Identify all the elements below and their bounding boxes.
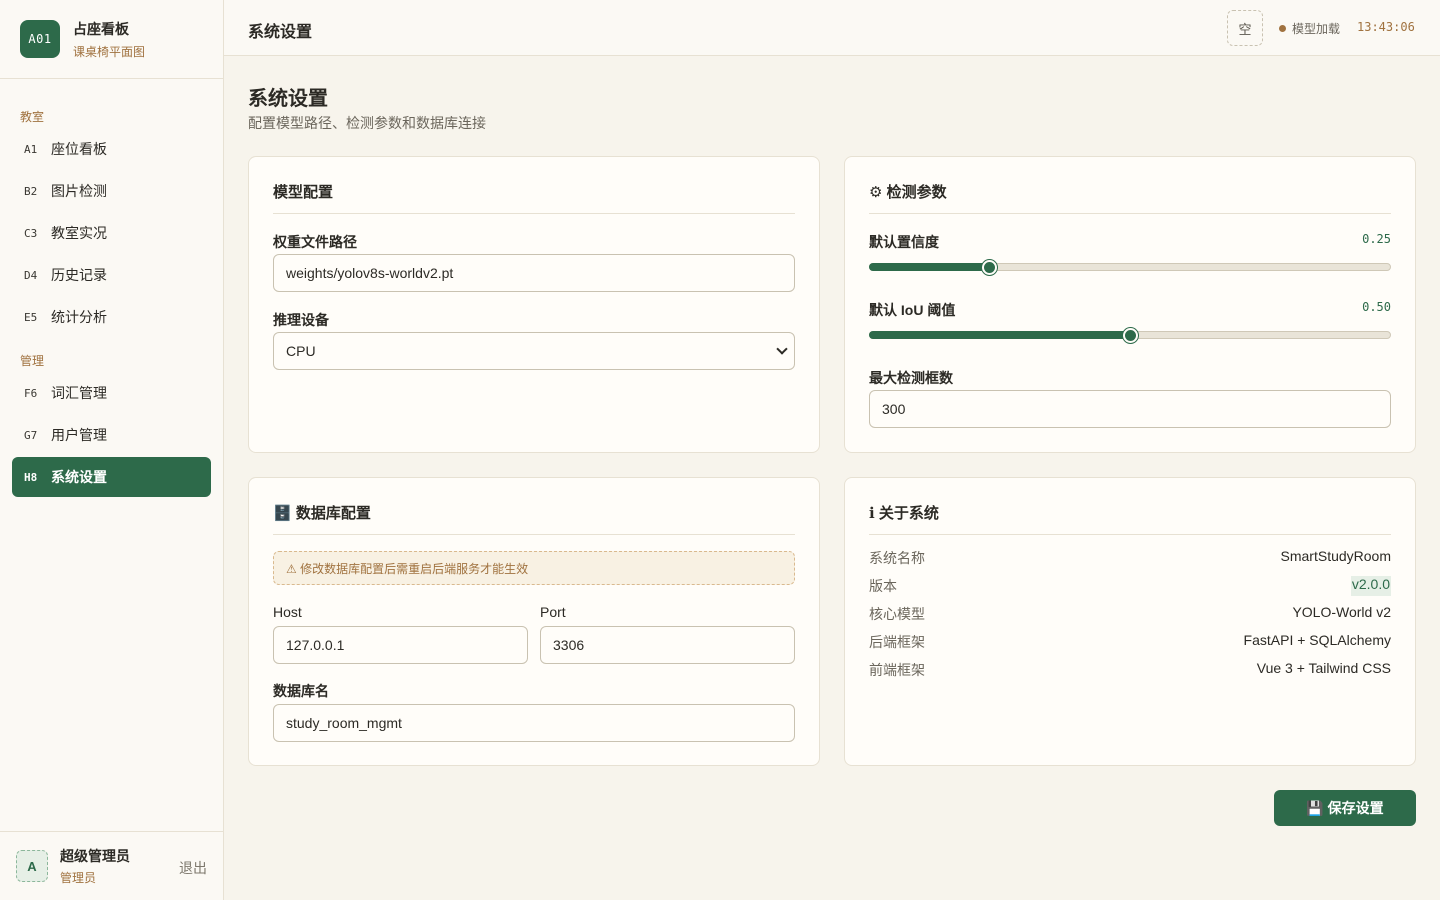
sidebar: A01 占座看板 课桌椅平面图 教室 A1 座位看板 B2 图片检测 C3 教室… xyxy=(0,0,224,900)
nav-code: C3 xyxy=(24,226,38,240)
model-status: 模型加载 xyxy=(1279,20,1340,37)
sidebar-item-label: 词汇管理 xyxy=(51,385,107,401)
user-role: 管理员 xyxy=(60,871,97,885)
about-value: YOLO-World v2 xyxy=(1292,604,1391,620)
slider-thumb[interactable] xyxy=(1123,328,1138,343)
sidebar-item-settings[interactable]: H8 系统设置 xyxy=(12,457,211,497)
about-row: 后端框架 FastAPI + SQLAlchemy xyxy=(869,632,1391,652)
sidebar-item-vocabulary[interactable]: F6 词汇管理 xyxy=(12,373,211,413)
status-dot-icon xyxy=(1279,25,1286,32)
sidebar-item-label: 统计分析 xyxy=(51,309,107,325)
top-bar: 系统设置 空 模型加载 13:43:06 xyxy=(224,0,1440,56)
iou-value: 0.50 xyxy=(1362,300,1391,314)
host-label: Host xyxy=(273,604,302,620)
nav-code: G7 xyxy=(24,428,38,442)
card-title: 模型配置 xyxy=(273,181,795,214)
detection-params-card: ⚙ 检测参数 默认置信度 0.25 默认 IoU 阈值 0.50 最大检测框数 xyxy=(844,156,1416,453)
about-key: 版本 xyxy=(869,578,897,594)
user-name: 超级管理员 xyxy=(60,848,130,864)
brand: A01 占座看板 课桌椅平面图 xyxy=(0,0,223,79)
nav-code: D4 xyxy=(24,268,38,282)
nav-code: E5 xyxy=(24,310,38,324)
db-restart-warning: ⚠ 修改数据库配置后需重启后端服务才能生效 xyxy=(273,551,795,585)
weights-path-input[interactable] xyxy=(273,254,795,292)
sidebar-item-label: 用户管理 xyxy=(51,427,107,443)
save-settings-button[interactable]: 💾 保存设置 xyxy=(1274,790,1416,826)
empty-toggle-button[interactable]: 空 xyxy=(1227,10,1263,46)
about-key: 前端框架 xyxy=(869,662,925,678)
version-badge: v2.0.0 xyxy=(1350,576,1391,596)
brand-subtitle: 课桌椅平面图 xyxy=(73,44,146,59)
nav-code: B2 xyxy=(24,184,38,198)
page-title: 系统设置 xyxy=(248,88,328,110)
about-value: SmartStudyRoom xyxy=(1280,548,1391,564)
avatar: A xyxy=(16,850,48,882)
sidebar-item-seat-board[interactable]: A1 座位看板 xyxy=(12,129,211,169)
db-name-label: 数据库名 xyxy=(273,683,329,699)
device-select-value: CPU xyxy=(286,343,316,359)
about-row: 版本 v2.0.0 xyxy=(869,576,1391,596)
host-input[interactable] xyxy=(273,626,528,664)
conf-label: 默认置信度 xyxy=(869,234,939,250)
about-row: 前端框架 Vue 3 + Tailwind CSS xyxy=(869,660,1391,680)
user-box: A 超级管理员 管理员 退出 xyxy=(0,831,223,900)
model-config-card: 模型配置 权重文件路径 推理设备 CPU xyxy=(248,156,820,453)
about-row: 系统名称 SmartStudyRoom xyxy=(869,548,1391,568)
db-name-input[interactable] xyxy=(273,704,795,742)
page-subtitle: 配置模型路径、检测参数和数据库连接 xyxy=(248,115,486,131)
slider-fill xyxy=(869,331,1130,339)
card-title: ℹ 关于系统 xyxy=(869,502,1391,535)
about-key: 系统名称 xyxy=(869,550,925,566)
device-select[interactable]: CPU xyxy=(273,332,795,370)
port-label: Port xyxy=(540,604,566,620)
iou-slider[interactable] xyxy=(869,328,1391,343)
sidebar-item-users[interactable]: G7 用户管理 xyxy=(12,415,211,455)
conf-slider[interactable] xyxy=(869,260,1391,275)
about-key: 核心模型 xyxy=(869,606,925,622)
nav-section-admin: 管理 xyxy=(20,354,45,368)
sidebar-item-statistics[interactable]: E5 统计分析 xyxy=(12,297,211,337)
about-value: Vue 3 + Tailwind CSS xyxy=(1256,660,1391,676)
about-row: 核心模型 YOLO-World v2 xyxy=(869,604,1391,624)
nav-code: F6 xyxy=(24,386,38,400)
about-card: ℹ 关于系统 系统名称 SmartStudyRoom 版本 v2.0.0 核心模… xyxy=(844,477,1416,766)
logout-button[interactable]: 退出 xyxy=(179,858,207,878)
database-config-card: 🗄️ 数据库配置 ⚠ 修改数据库配置后需重启后端服务才能生效 Host Port… xyxy=(248,477,820,766)
slider-fill xyxy=(869,263,990,271)
sidebar-item-label: 系统设置 xyxy=(51,469,107,485)
chevron-down-icon xyxy=(776,343,788,355)
card-title: ⚙ 检测参数 xyxy=(869,181,1391,214)
about-key: 后端框架 xyxy=(869,634,925,650)
sidebar-item-classroom-live[interactable]: C3 教室实况 xyxy=(12,213,211,253)
sidebar-item-label: 教室实况 xyxy=(51,225,107,241)
conf-value: 0.25 xyxy=(1362,232,1391,246)
brand-title: 占座看板 xyxy=(73,20,129,37)
slider-thumb[interactable] xyxy=(982,260,998,275)
header-title: 系统设置 xyxy=(248,24,313,41)
max-det-label: 最大检测框数 xyxy=(869,370,953,386)
sidebar-item-label: 座位看板 xyxy=(51,141,107,157)
about-value: FastAPI + SQLAlchemy xyxy=(1243,632,1391,648)
max-det-input[interactable] xyxy=(869,390,1391,428)
sidebar-item-history[interactable]: D4 历史记录 xyxy=(12,255,211,295)
status-text: 模型加载 xyxy=(1292,22,1341,36)
weights-label: 权重文件路径 xyxy=(273,234,357,250)
nav-section-classroom: 教室 xyxy=(20,110,45,124)
iou-label: 默认 IoU 阈值 xyxy=(869,302,956,318)
port-input[interactable] xyxy=(540,626,795,664)
sidebar-item-label: 历史记录 xyxy=(51,267,107,283)
nav-code: H8 xyxy=(24,470,38,484)
brand-logo: A01 xyxy=(20,20,60,58)
nav-code: A1 xyxy=(24,142,38,156)
clock: 13:43:06 xyxy=(1357,20,1415,34)
card-title: 🗄️ 数据库配置 xyxy=(273,502,795,535)
device-label: 推理设备 xyxy=(273,312,329,328)
sidebar-item-image-detect[interactable]: B2 图片检测 xyxy=(12,171,211,211)
sidebar-item-label: 图片检测 xyxy=(51,183,107,199)
